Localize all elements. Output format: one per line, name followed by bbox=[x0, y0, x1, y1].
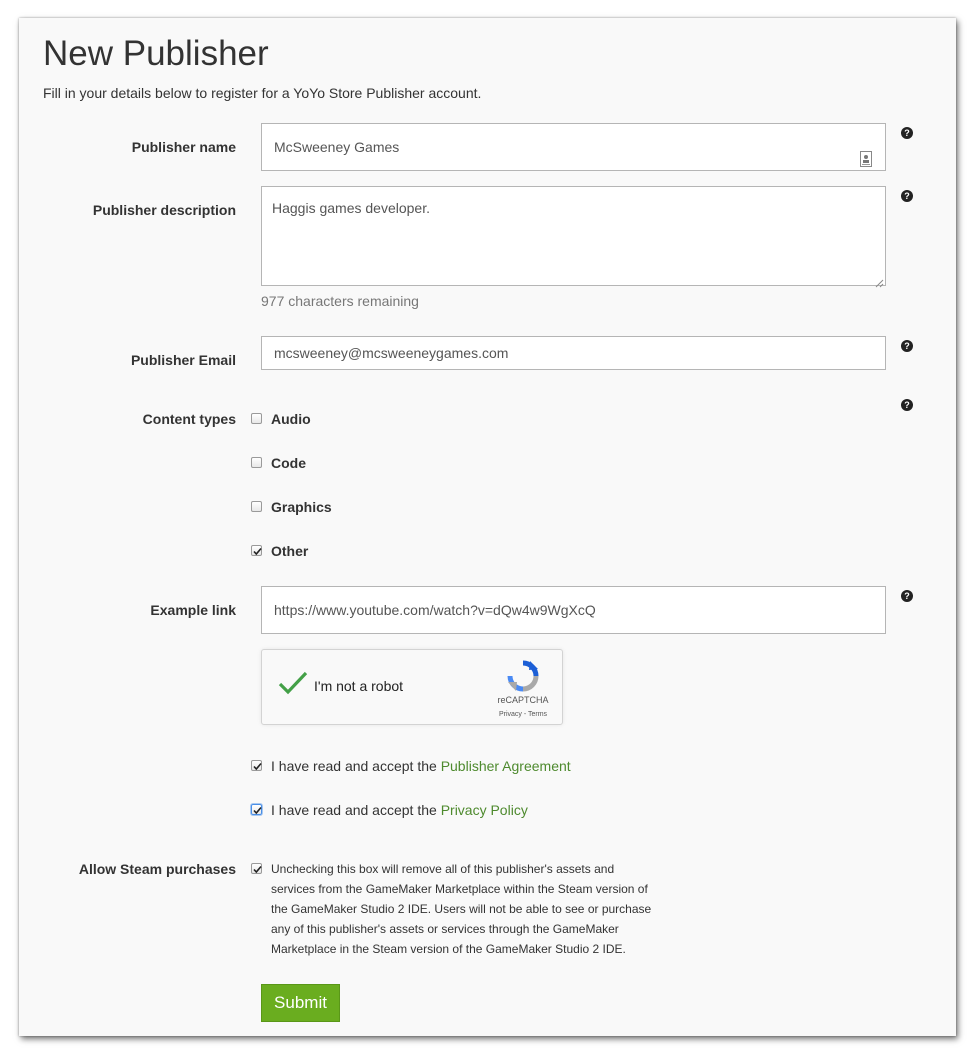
recaptcha-brand: reCAPTCHA bbox=[497, 695, 549, 705]
example-link-help-icon[interactable]: ? bbox=[901, 590, 913, 602]
content-type-graphics-checkbox[interactable] bbox=[251, 501, 262, 512]
content-types-label: Content types bbox=[142, 411, 236, 427]
content-type-audio-checkbox[interactable] bbox=[251, 413, 262, 424]
recaptcha-terms-link[interactable]: Terms bbox=[528, 711, 547, 718]
publisher-email-help-icon[interactable]: ? bbox=[901, 340, 913, 352]
publisher-description-help-icon[interactable]: ? bbox=[901, 190, 913, 202]
content-type-code-checkbox[interactable] bbox=[251, 457, 262, 468]
privacy-policy-text: I have read and accept the Privacy Polic… bbox=[271, 802, 528, 818]
characters-remaining: 977 characters remaining bbox=[261, 293, 419, 309]
publisher-description-textarea[interactable]: Haggis games developer. bbox=[261, 186, 886, 288]
recaptcha-checkmark-icon[interactable] bbox=[278, 670, 308, 696]
content-type-graphics-label: Graphics bbox=[271, 499, 332, 515]
publisher-email-label: Publisher Email bbox=[130, 352, 236, 368]
publisher-name-help-icon[interactable]: ? bbox=[901, 127, 913, 139]
page-subtitle: Fill in your details below to register f… bbox=[43, 85, 482, 101]
publisher-name-input[interactable]: McSweeney Games bbox=[261, 123, 886, 171]
privacy-policy-link[interactable]: Privacy Policy bbox=[441, 802, 528, 818]
recaptcha-links: Privacy - Terms bbox=[498, 711, 548, 718]
page-title: New Publisher bbox=[43, 34, 269, 73]
checkmark-icon bbox=[253, 865, 262, 874]
publisher-agreement-text: I have read and accept the Publisher Agr… bbox=[271, 758, 571, 774]
content-type-other-label: Other bbox=[271, 543, 309, 559]
recaptcha-privacy-link[interactable]: Privacy bbox=[499, 711, 522, 718]
content-type-other-checkbox[interactable] bbox=[251, 545, 262, 556]
recaptcha-logo-icon bbox=[507, 660, 539, 692]
contact-card-icon[interactable] bbox=[860, 139, 872, 167]
form-panel: New Publisher Fill in your details below… bbox=[19, 18, 956, 1036]
checkmark-icon bbox=[253, 547, 262, 556]
content-type-audio-label: Audio bbox=[271, 411, 311, 427]
content-types-help-icon[interactable]: ? bbox=[901, 399, 913, 411]
recaptcha-widget: I'm not a robot reCAPTCHA Privacy - Term… bbox=[261, 649, 563, 725]
privacy-policy-checkbox[interactable] bbox=[251, 804, 262, 815]
allow-steam-description: Unchecking this box will remove all of t… bbox=[271, 862, 652, 956]
publisher-name-label: Publisher name bbox=[131, 139, 236, 155]
checkmark-icon bbox=[253, 762, 262, 771]
publisher-agreement-link[interactable]: Publisher Agreement bbox=[441, 758, 571, 774]
publisher-agreement-checkbox[interactable] bbox=[251, 760, 262, 771]
content-type-code-label: Code bbox=[271, 455, 306, 471]
example-link-input[interactable]: https://www.youtube.com/watch?v=dQw4w9Wg… bbox=[261, 586, 886, 634]
resize-handle-icon[interactable] bbox=[875, 275, 884, 288]
recaptcha-label: I'm not a robot bbox=[314, 678, 404, 694]
example-link-value: https://www.youtube.com/watch?v=dQw4w9Wg… bbox=[274, 602, 596, 618]
checkmark-icon bbox=[253, 806, 262, 815]
submit-button[interactable]: Submit bbox=[261, 984, 340, 1022]
example-link-label: Example link bbox=[150, 602, 236, 618]
publisher-email-input[interactable]: mcsweeney@mcsweeneygames.com bbox=[261, 336, 886, 370]
publisher-email-value: mcsweeney@mcsweeneygames.com bbox=[274, 345, 509, 361]
allow-steam-checkbox[interactable] bbox=[251, 863, 262, 874]
publisher-description-value: Haggis games developer. bbox=[272, 200, 430, 216]
publisher-name-value: McSweeney Games bbox=[274, 139, 400, 155]
publisher-description-label: Publisher description bbox=[92, 202, 236, 218]
allow-steam-label: Allow Steam purchases bbox=[78, 861, 236, 877]
